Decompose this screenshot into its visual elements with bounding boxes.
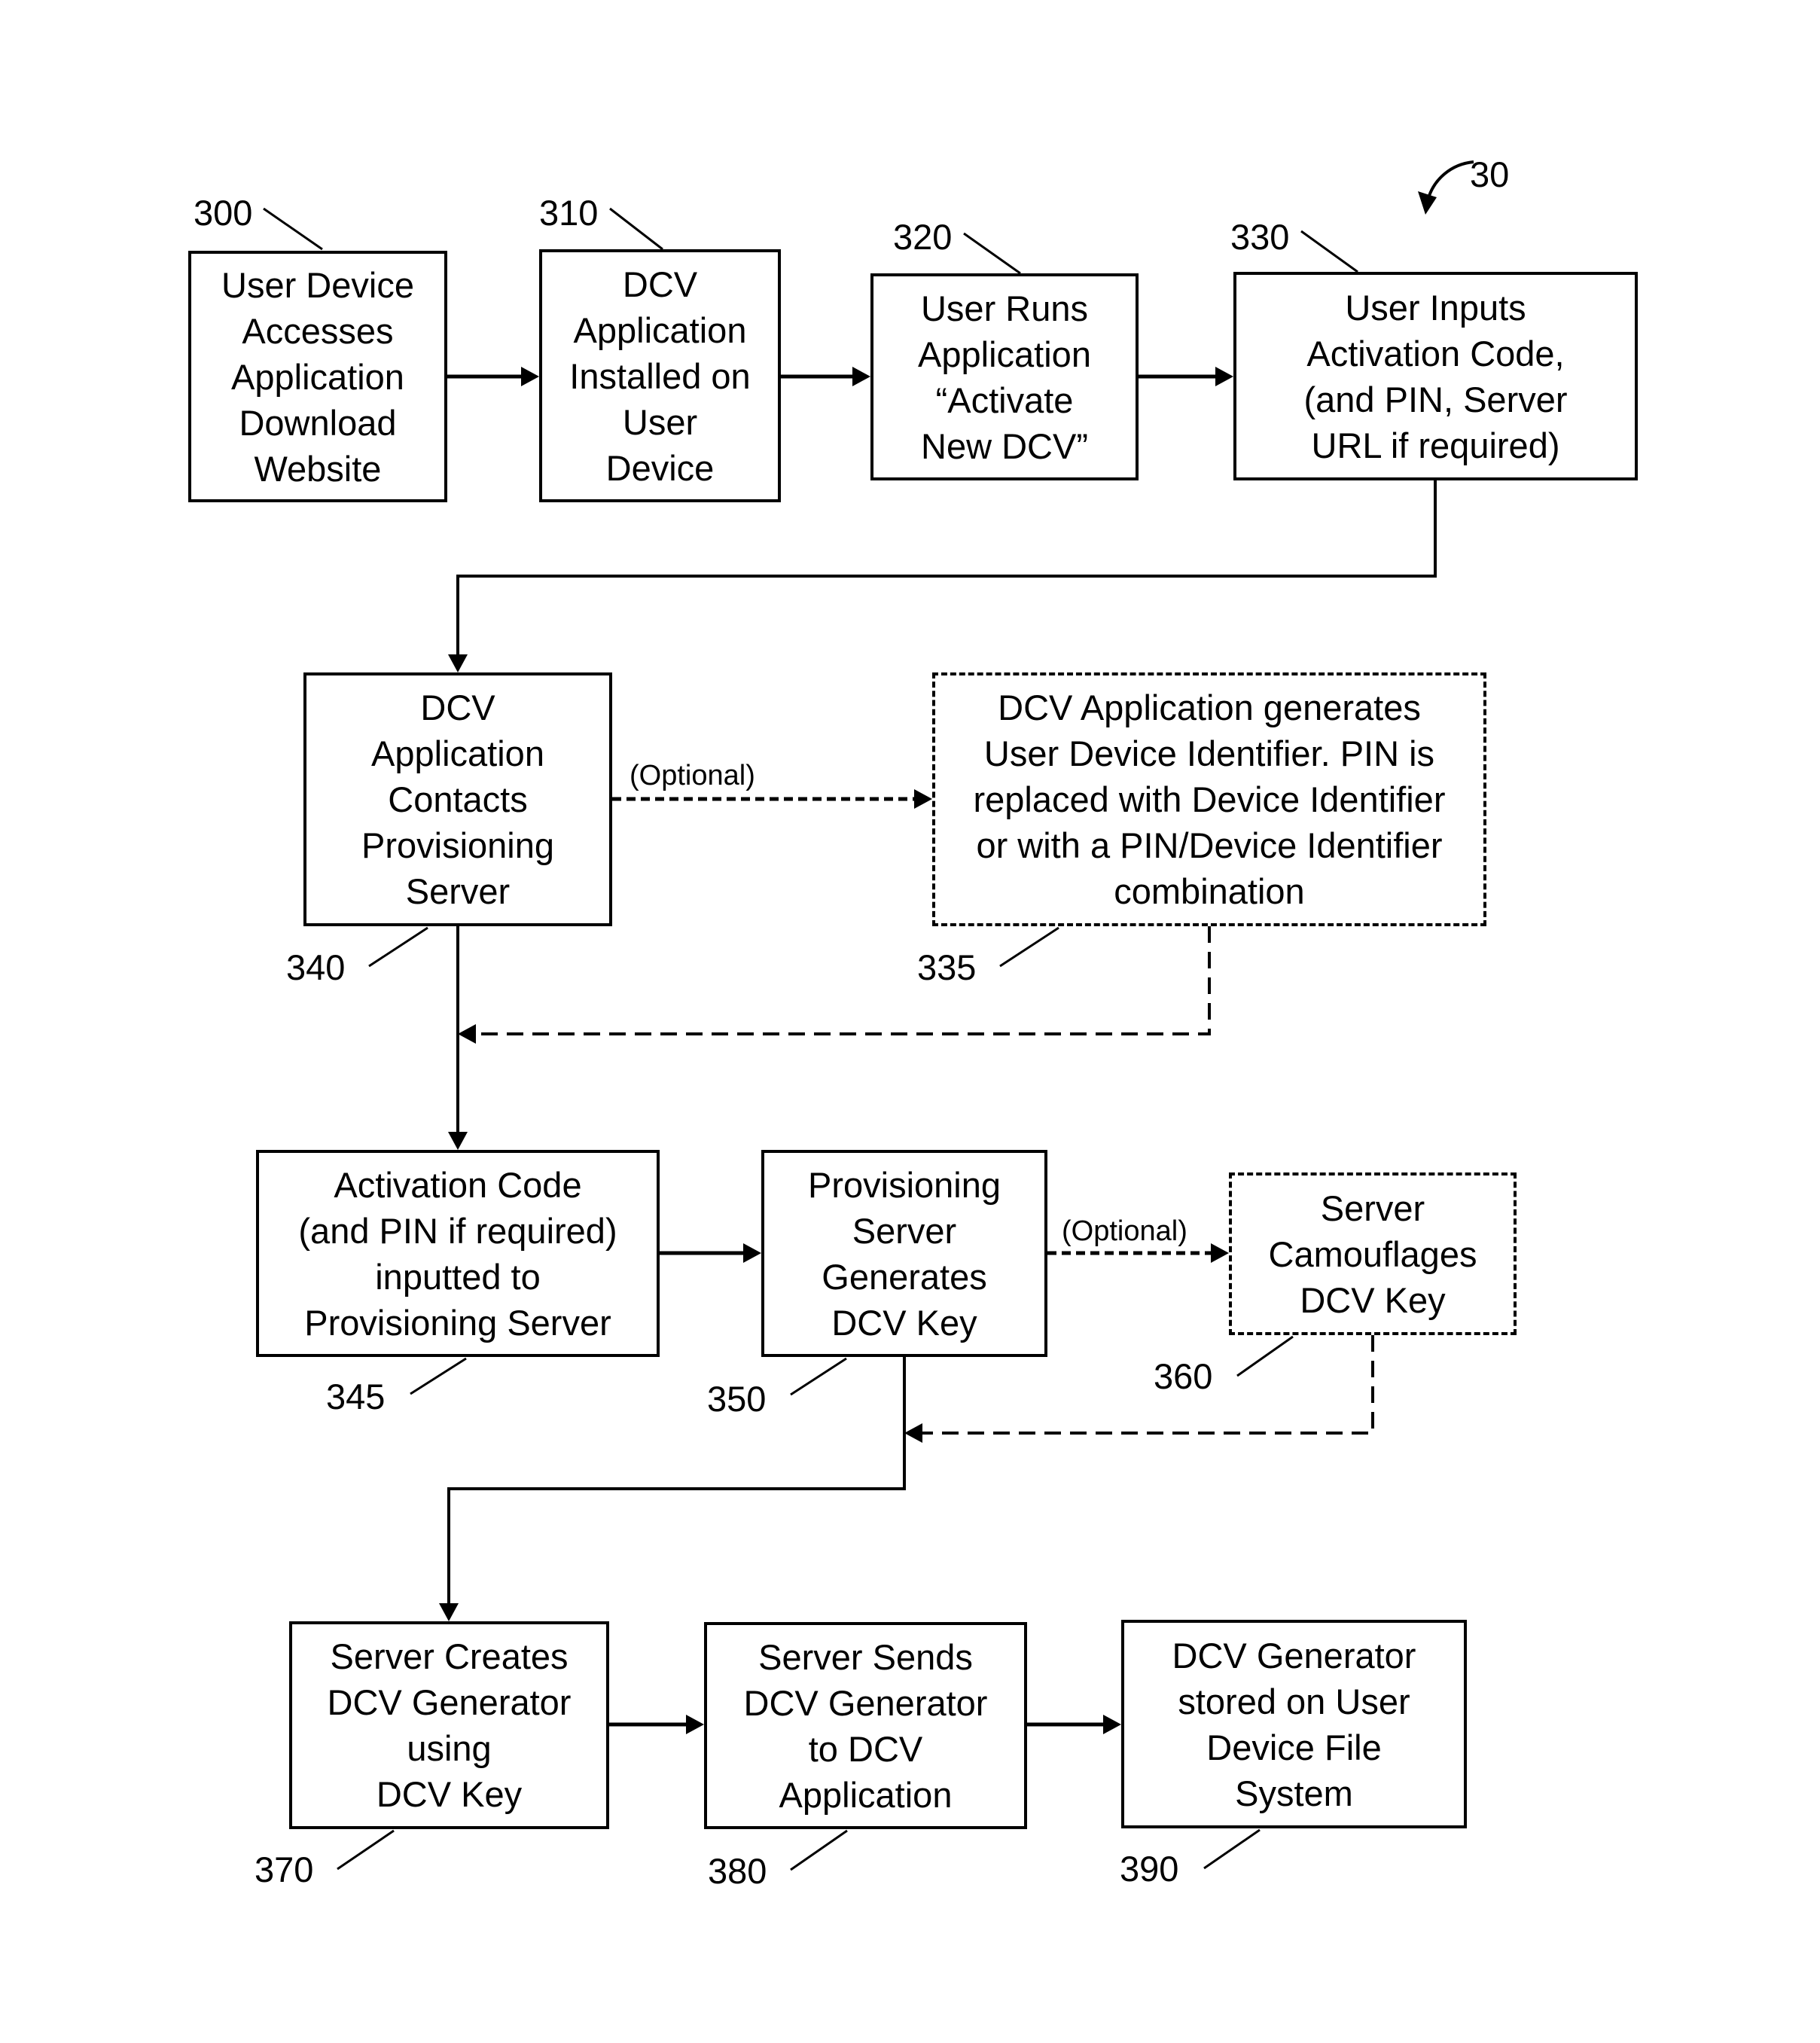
step-310-box: DCV Application Installed on User Device [539, 249, 781, 502]
step-360-optional-box: Server Camouflages DCV Key [1229, 1172, 1517, 1335]
arrow-370-to-380 [609, 1715, 704, 1734]
ref-390: 390 [1120, 1849, 1179, 1889]
ref-345: 345 [326, 1377, 386, 1416]
step-335-optional-box: DCV Application generates User Device Id… [932, 672, 1486, 926]
leader-330 [1300, 230, 1358, 273]
ref-335: 335 [917, 947, 977, 987]
leader-370 [337, 1829, 395, 1871]
arrow-335-return [458, 926, 1211, 1044]
step-350-box: Provisioning Server Generates DCV Key [761, 1150, 1047, 1357]
ref-380: 380 [708, 1851, 767, 1891]
arrow-300-to-310 [447, 367, 539, 386]
ref-320: 320 [893, 217, 953, 257]
arrow-350-to-370 [439, 1357, 906, 1621]
arrow-320-to-330 [1139, 367, 1233, 386]
leader-360 [1236, 1335, 1294, 1377]
leader-390 [1203, 1828, 1261, 1870]
step-370-box: Server Creates DCV Generator using DCV K… [289, 1621, 609, 1829]
leader-380 [790, 1829, 848, 1871]
step-390-box: DCV Generator stored on User Device File… [1121, 1620, 1467, 1828]
flowchart-canvas: User Device Accesses Application Downloa… [0, 0, 1820, 2043]
figure-reference-arrow [1418, 160, 1474, 215]
ref-370: 370 [255, 1849, 314, 1889]
arrow-380-to-390 [1027, 1715, 1121, 1734]
step-340-box: DCV Application Contacts Provisioning Se… [303, 672, 612, 926]
arrow-340-to-345 [448, 926, 468, 1150]
leader-300 [263, 207, 323, 251]
leader-350 [790, 1357, 847, 1396]
arrow-340-to-335-optional [612, 789, 932, 809]
arrow-310-to-320 [781, 367, 870, 386]
ref-340: 340 [286, 947, 346, 987]
step-320-box: User Runs Application “Activate New DCV” [870, 273, 1139, 480]
optional-label-340-335: (Optional) [630, 760, 755, 791]
ref-300: 300 [194, 193, 253, 233]
ref-310: 310 [539, 193, 599, 233]
ref-360: 360 [1154, 1356, 1213, 1396]
figure-number: 30 [1470, 154, 1510, 194]
leader-310 [609, 207, 663, 251]
step-300-box: User Device Accesses Application Downloa… [188, 251, 447, 502]
step-380-box: Server Sends DCV Generator to DCV Applic… [704, 1622, 1027, 1829]
arrow-330-to-340 [448, 480, 1437, 672]
step-345-box: Activation Code (and PIN if required) in… [256, 1150, 660, 1357]
step-330-box: User Inputs Activation Code, (and PIN, S… [1233, 272, 1638, 480]
leader-345 [410, 1357, 467, 1395]
ref-350: 350 [707, 1379, 767, 1419]
leader-320 [963, 232, 1021, 275]
ref-330: 330 [1230, 217, 1290, 257]
optional-label-350-360: (Optional) [1062, 1215, 1187, 1247]
leader-335 [999, 926, 1059, 968]
arrow-345-to-350 [660, 1243, 761, 1263]
leader-340 [368, 926, 428, 968]
